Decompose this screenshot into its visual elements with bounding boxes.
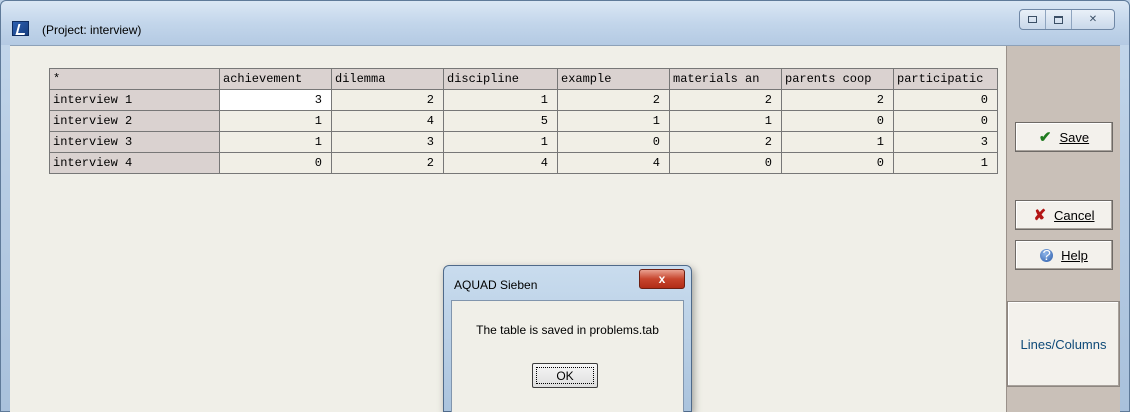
table-cell[interactable]: 2 xyxy=(331,89,444,111)
column-header[interactable]: achievement xyxy=(219,68,332,90)
table-cell[interactable]: 5 xyxy=(443,110,558,132)
row-header[interactable]: interview 3 xyxy=(49,131,220,153)
table-row: interview 3 1 3 1 0 2 1 3 xyxy=(49,131,998,153)
data-grid[interactable]: * achievement dilemma discipline example… xyxy=(49,68,998,174)
help-icon: ? xyxy=(1040,248,1054,263)
corner-cell[interactable]: * xyxy=(49,68,220,90)
dialog-message: The table is saved in problems.tab xyxy=(476,323,659,337)
dialog-close-button[interactable]: x xyxy=(639,269,685,289)
maximize-icon xyxy=(1054,15,1063,24)
table-cell[interactable]: 4 xyxy=(557,152,670,174)
row-header[interactable]: interview 1 xyxy=(49,89,220,111)
table-cell[interactable]: 1 xyxy=(443,131,558,153)
row-header[interactable]: interview 2 xyxy=(49,110,220,132)
window-title: (Project: interview) xyxy=(42,23,142,37)
table-row: interview 2 1 4 5 1 1 0 0 xyxy=(49,110,998,132)
minimize-button[interactable] xyxy=(1020,10,1046,29)
column-header[interactable]: materials an xyxy=(669,68,782,90)
table-cell[interactable]: 2 xyxy=(331,152,444,174)
table-cell[interactable]: 2 xyxy=(557,89,670,111)
minimize-icon xyxy=(1028,16,1037,23)
table-row: interview 4 0 2 4 4 0 0 1 xyxy=(49,152,998,174)
table-cell[interactable]: 0 xyxy=(781,110,894,132)
table-cell[interactable]: 2 xyxy=(669,89,782,111)
table-cell[interactable]: 0 xyxy=(893,110,998,132)
side-panel: ✔ Save ✘ Cancel ? Help Lines/Columns xyxy=(1006,46,1120,412)
row-header[interactable]: interview 4 xyxy=(49,152,220,174)
column-header[interactable]: dilemma xyxy=(331,68,444,90)
cancel-label: Cancel xyxy=(1054,207,1095,223)
column-header[interactable]: parents coop xyxy=(781,68,894,90)
table-cell[interactable]: 3 xyxy=(893,131,998,153)
table-cell[interactable]: 1 xyxy=(219,110,332,132)
message-dialog: AQUAD Sieben x The table is saved in pro… xyxy=(443,265,692,412)
table-cell[interactable]: 3 xyxy=(219,89,332,111)
table-cell[interactable]: 4 xyxy=(443,152,558,174)
table-cell[interactable]: 1 xyxy=(557,110,670,132)
ok-label: OK xyxy=(556,368,574,383)
table-cell[interactable]: 0 xyxy=(669,152,782,174)
save-button[interactable]: ✔ Save xyxy=(1015,122,1113,152)
maximize-button[interactable] xyxy=(1046,10,1072,29)
dialog-body: The table is saved in problems.tab OK xyxy=(451,300,684,412)
table-cell[interactable]: 0 xyxy=(781,152,894,174)
dialog-title: AQUAD Sieben xyxy=(454,278,538,292)
table-cell[interactable]: 1 xyxy=(893,152,998,174)
table-cell[interactable]: 4 xyxy=(331,110,444,132)
title-bar: (Project: interview) ✕ xyxy=(1,1,1129,45)
lines-columns-button[interactable]: Lines/Columns xyxy=(1007,301,1120,387)
app-icon xyxy=(12,21,29,36)
window-controls: ✕ xyxy=(1019,9,1115,30)
table-cell[interactable]: 2 xyxy=(781,89,894,111)
help-button[interactable]: ? Help xyxy=(1015,240,1113,270)
table-cell[interactable]: 1 xyxy=(219,131,332,153)
table-row: interview 1 3 2 1 2 2 2 0 xyxy=(49,89,998,111)
table-cell[interactable]: 3 xyxy=(331,131,444,153)
table-cell[interactable]: 1 xyxy=(443,89,558,111)
table-cell[interactable]: 0 xyxy=(893,89,998,111)
close-icon: x xyxy=(658,272,666,286)
table-cell[interactable]: 1 xyxy=(781,131,894,153)
table-cell[interactable]: 1 xyxy=(669,110,782,132)
column-header[interactable]: participatic xyxy=(893,68,998,90)
table-cell[interactable]: 0 xyxy=(557,131,670,153)
header-row: * achievement dilemma discipline example… xyxy=(49,68,998,90)
save-label: Save xyxy=(1059,129,1090,145)
column-header[interactable]: example xyxy=(557,68,670,90)
table-cell[interactable]: 0 xyxy=(219,152,332,174)
column-header[interactable]: discipline xyxy=(443,68,558,90)
ok-button[interactable]: OK xyxy=(532,363,598,388)
cancel-icon: ✘ xyxy=(1033,207,1047,224)
close-window-button[interactable]: ✕ xyxy=(1072,10,1114,29)
check-icon: ✔ xyxy=(1038,129,1052,146)
help-label: Help xyxy=(1061,247,1088,263)
close-icon: ✕ xyxy=(1088,14,1098,25)
cancel-button[interactable]: ✘ Cancel xyxy=(1015,200,1113,230)
table-cell[interactable]: 2 xyxy=(669,131,782,153)
